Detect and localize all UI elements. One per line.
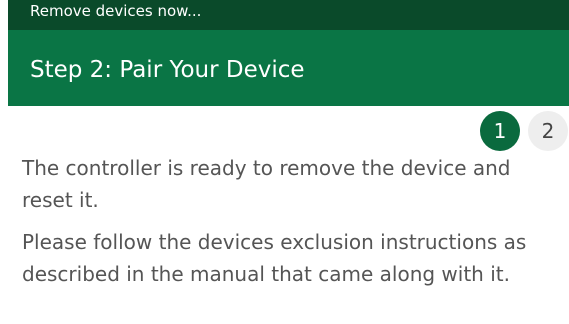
app-screen: Remove devices now... Step 2: Pair Your … xyxy=(0,0,569,324)
status-bar: Remove devices now... xyxy=(8,0,569,30)
instruction-paragraph-2: Please follow the devices exclusion inst… xyxy=(22,230,527,286)
page-title: Step 2: Pair Your Device xyxy=(30,57,305,83)
status-text: Remove devices now... xyxy=(30,2,202,20)
step-1-indicator: 1 xyxy=(480,111,520,151)
instructions-content: The controller is ready to remove the de… xyxy=(22,152,542,290)
step-2-indicator: 2 xyxy=(528,111,568,151)
instruction-paragraph-1: The controller is ready to remove the de… xyxy=(22,156,511,212)
header-bar: Step 2: Pair Your Device xyxy=(8,30,569,106)
